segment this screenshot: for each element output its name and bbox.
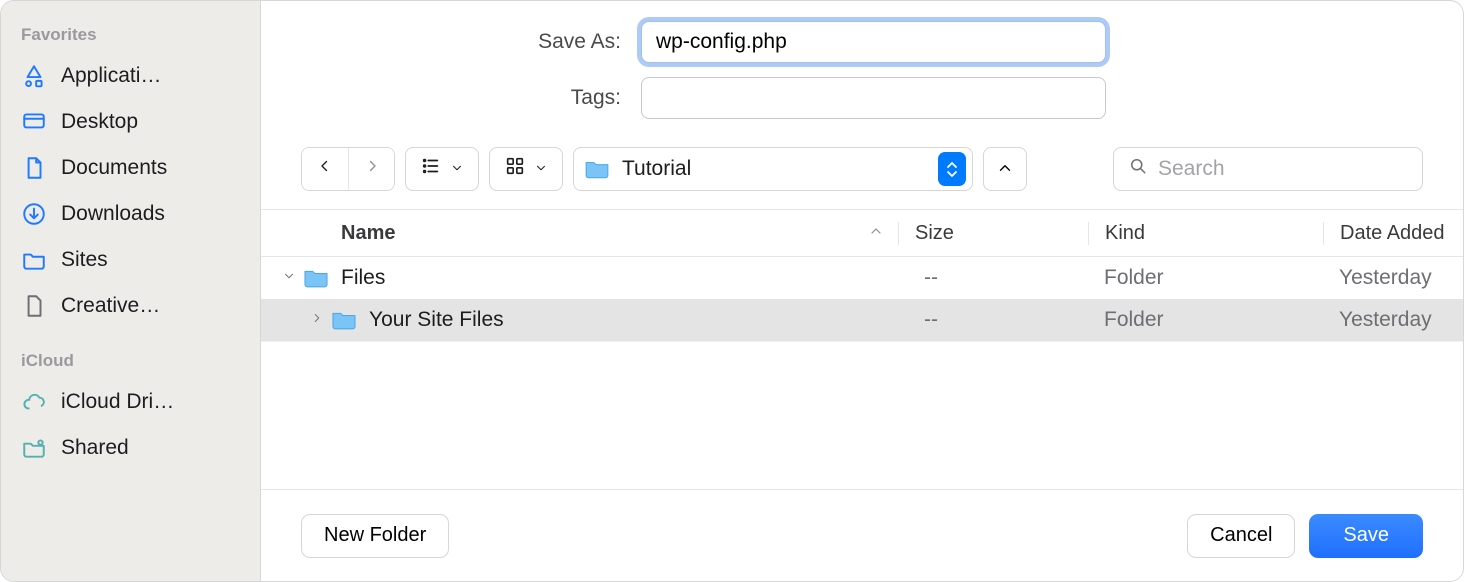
tags-label: Tags: [301,86,621,110]
up-down-stepper-icon [938,152,966,186]
grid-group-icon [504,155,526,183]
row-kind: Folder [1088,266,1323,290]
group-by-button[interactable] [489,147,563,191]
sidebar-item-documents[interactable]: Documents [11,145,250,191]
sidebar-item-shared[interactable]: Shared [11,425,250,471]
chevron-down-icon [450,158,464,181]
nav-back-forward [301,147,395,191]
save-button[interactable]: Save [1309,514,1423,558]
column-header-name-label: Name [341,222,395,245]
location-popup[interactable]: Tutorial [573,147,973,191]
table-row[interactable]: Your Site Files -- Folder Yesterday [261,299,1463,341]
sidebar-item-label: Creative… [61,294,160,318]
row-date: Yesterday [1323,308,1463,332]
table-row[interactable]: Files -- Folder Yesterday [261,257,1463,299]
sidebar-item-label: Shared [61,436,129,460]
search-icon [1128,156,1148,182]
back-button[interactable] [302,148,348,190]
save-dialog: Favorites Applicati… Desktop Documents D… [0,0,1464,582]
desktop-icon [21,109,47,135]
sidebar-item-label: Downloads [61,202,165,226]
disclosure-right-icon[interactable] [307,311,327,330]
location-name: Tutorial [622,157,926,181]
sidebar-item-label: Desktop [61,110,138,134]
chevron-right-icon [363,157,381,181]
sidebar: Favorites Applicati… Desktop Documents D… [1,1,261,581]
search-field[interactable] [1113,147,1423,191]
cloud-icon [21,389,47,415]
row-size: -- [898,308,1088,332]
sidebar-item-label: Documents [61,156,167,180]
save-as-label: Save As: [301,30,621,54]
file-list: Files -- Folder Yesterday Your Site File… [261,257,1463,341]
forward-button[interactable] [348,148,394,190]
search-input[interactable] [1158,157,1408,181]
folder-icon [584,158,610,180]
sidebar-item-downloads[interactable]: Downloads [11,191,250,237]
row-kind: Folder [1088,308,1323,332]
list-empty-area [261,341,1463,489]
column-header-name[interactable]: Name [341,222,898,245]
sidebar-item-icloud-drive[interactable]: iCloud Dri… [11,379,250,425]
folder-icon [21,247,47,273]
collapse-button[interactable] [983,147,1027,191]
view-mode-button[interactable] [405,147,479,191]
folder-icon [301,266,331,290]
disclosure-down-icon[interactable] [279,269,299,288]
chevron-down-icon [534,158,548,181]
sidebar-item-creative[interactable]: Creative… [11,283,250,329]
sidebar-section-icloud-label: iCloud [11,347,250,379]
sidebar-item-sites[interactable]: Sites [11,237,250,283]
file-icon [21,293,47,319]
row-name: Your Site Files [369,308,898,332]
sidebar-item-label: Sites [61,248,108,272]
row-date: Yesterday [1323,266,1463,290]
folder-icon [329,308,359,332]
cancel-button[interactable]: Cancel [1187,514,1295,558]
applications-icon [21,63,47,89]
list-view-icon [420,155,442,183]
shared-folder-icon [21,435,47,461]
row-size: -- [898,266,1088,290]
sidebar-item-label: iCloud Dri… [61,390,174,414]
column-header-row: Name Size Kind Date Added [261,209,1463,257]
sort-caret-icon [868,222,884,245]
form-area: Save As: Tags: [261,1,1463,133]
row-name: Files [341,266,898,290]
footer: New Folder Cancel Save [261,489,1463,581]
column-header-size[interactable]: Size [898,222,1088,245]
tags-input[interactable] [641,77,1106,119]
sidebar-item-desktop[interactable]: Desktop [11,99,250,145]
column-header-date[interactable]: Date Added [1323,222,1463,245]
chevron-up-icon [996,159,1014,180]
chevron-left-icon [316,157,334,181]
new-folder-button[interactable]: New Folder [301,514,449,558]
sidebar-item-label: Applicati… [61,64,161,88]
save-as-input[interactable] [641,21,1106,63]
sidebar-section-favorites-label: Favorites [11,21,250,53]
sidebar-item-applications[interactable]: Applicati… [11,53,250,99]
main-panel: Save As: Tags: [261,1,1463,581]
column-header-kind[interactable]: Kind [1088,222,1323,245]
toolbar: Tutorial [261,133,1463,209]
documents-icon [21,155,47,181]
downloads-icon [21,201,47,227]
